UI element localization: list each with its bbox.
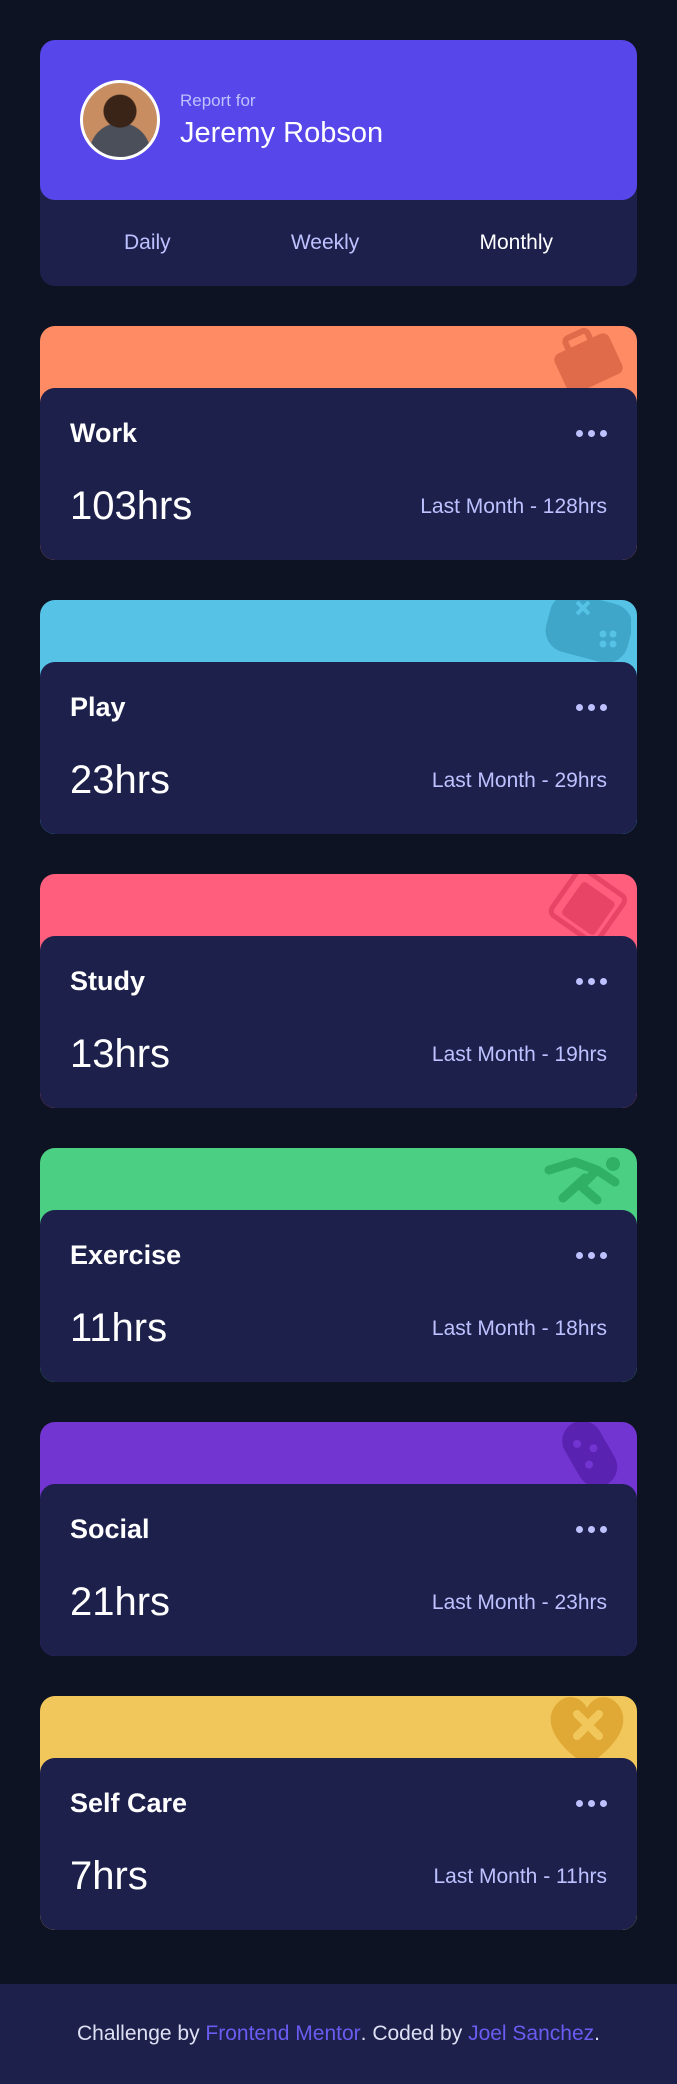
- activity-card-body: Play 23hrs Last Month - 29hrs: [40, 662, 637, 834]
- activity-previous: Last Month - 19hrs: [431, 1042, 607, 1066]
- ellipsis-icon[interactable]: [576, 1794, 607, 1813]
- activity-card-self-care: Self Care 7hrs Last Month - 11hrs: [40, 1696, 637, 1930]
- activity-previous: Last Month - 18hrs: [431, 1316, 607, 1340]
- activity-previous: Last Month - 23hrs: [431, 1590, 607, 1614]
- activity-card-social: Social 21hrs Last Month - 23hrs: [40, 1422, 637, 1656]
- activity-card-study: Study 13hrs Last Month - 19hrs: [40, 874, 637, 1108]
- activity-title: Work: [70, 417, 138, 448]
- activity-card-body: Exercise 11hrs Last Month - 18hrs: [40, 1210, 637, 1382]
- activity-title: Social: [70, 1513, 150, 1544]
- activity-card-exercise: Exercise 11hrs Last Month - 18hrs: [40, 1148, 637, 1382]
- activity-hours: 21hrs: [70, 1580, 171, 1624]
- balloon-icon: [541, 1422, 631, 1492]
- heart-bandage-icon: [541, 1696, 631, 1766]
- tab-monthly[interactable]: Monthly: [479, 231, 553, 255]
- activity-card-work: Work 103hrs Last Month - 128hrs: [40, 326, 637, 560]
- activity-card-body: Social 21hrs Last Month - 23hrs: [40, 1484, 637, 1656]
- activity-hours: 13hrs: [70, 1032, 171, 1076]
- ellipsis-icon[interactable]: [576, 424, 607, 443]
- footer: Challenge by Frontend Mentor . Coded by …: [0, 1984, 677, 2084]
- ellipsis-icon[interactable]: [576, 1246, 607, 1265]
- activity-title: Self Care: [70, 1787, 188, 1818]
- footer-coded-text: . Coded by: [360, 2022, 469, 2045]
- activity-previous: Last Month - 128hrs: [420, 494, 607, 518]
- user-name: Jeremy Robson: [180, 116, 384, 149]
- ellipsis-icon[interactable]: [576, 698, 607, 717]
- activity-card-play: Play 23hrs Last Month - 29hrs: [40, 600, 637, 834]
- dashboard: Report for Jeremy Robson Daily Weekly Mo…: [40, 40, 637, 1930]
- activity-card-body: Work 103hrs Last Month - 128hrs: [40, 388, 637, 560]
- profile-card: Report for Jeremy Robson Daily Weekly Mo…: [40, 40, 637, 286]
- briefcase-icon: [541, 326, 631, 396]
- ellipsis-icon[interactable]: [576, 1520, 607, 1539]
- activity-previous: Last Month - 11hrs: [433, 1864, 607, 1888]
- profile-header: Report for Jeremy Robson: [40, 40, 637, 200]
- running-icon: [541, 1148, 631, 1218]
- activity-hours: 7hrs: [70, 1854, 148, 1898]
- activity-title: Study: [70, 965, 146, 996]
- frontend-mentor-link[interactable]: Frontend Mentor: [205, 2022, 360, 2046]
- footer-challenge-text: Challenge by: [76, 2022, 206, 2045]
- activity-title: Play: [70, 691, 126, 722]
- book-icon: [541, 874, 631, 945]
- author-link[interactable]: Joel Sanchez: [468, 2022, 594, 2046]
- report-for-label: Report for: [180, 90, 256, 110]
- tab-daily[interactable]: Daily: [124, 231, 171, 255]
- activity-card-body: Self Care 7hrs Last Month - 11hrs: [40, 1758, 637, 1930]
- period-tabs: Daily Weekly Monthly: [40, 200, 637, 286]
- ellipsis-icon[interactable]: [576, 972, 607, 991]
- activity-previous: Last Month - 29hrs: [431, 768, 607, 792]
- activity-card-body: Study 13hrs Last Month - 19hrs: [40, 936, 637, 1108]
- activity-hours: 103hrs: [70, 484, 193, 528]
- tab-weekly[interactable]: Weekly: [291, 231, 359, 255]
- footer-end: .: [594, 2022, 600, 2045]
- activity-title: Exercise: [70, 1239, 182, 1270]
- activity-hours: 11hrs: [70, 1306, 168, 1350]
- activity-hours: 23hrs: [70, 758, 171, 802]
- avatar: [80, 80, 160, 160]
- profile-info: Report for Jeremy Robson: [180, 91, 383, 150]
- gamepad-icon: [541, 600, 633, 670]
- activity-cards: Work 103hrs Last Month - 128hrs Play 23h…: [40, 326, 637, 1930]
